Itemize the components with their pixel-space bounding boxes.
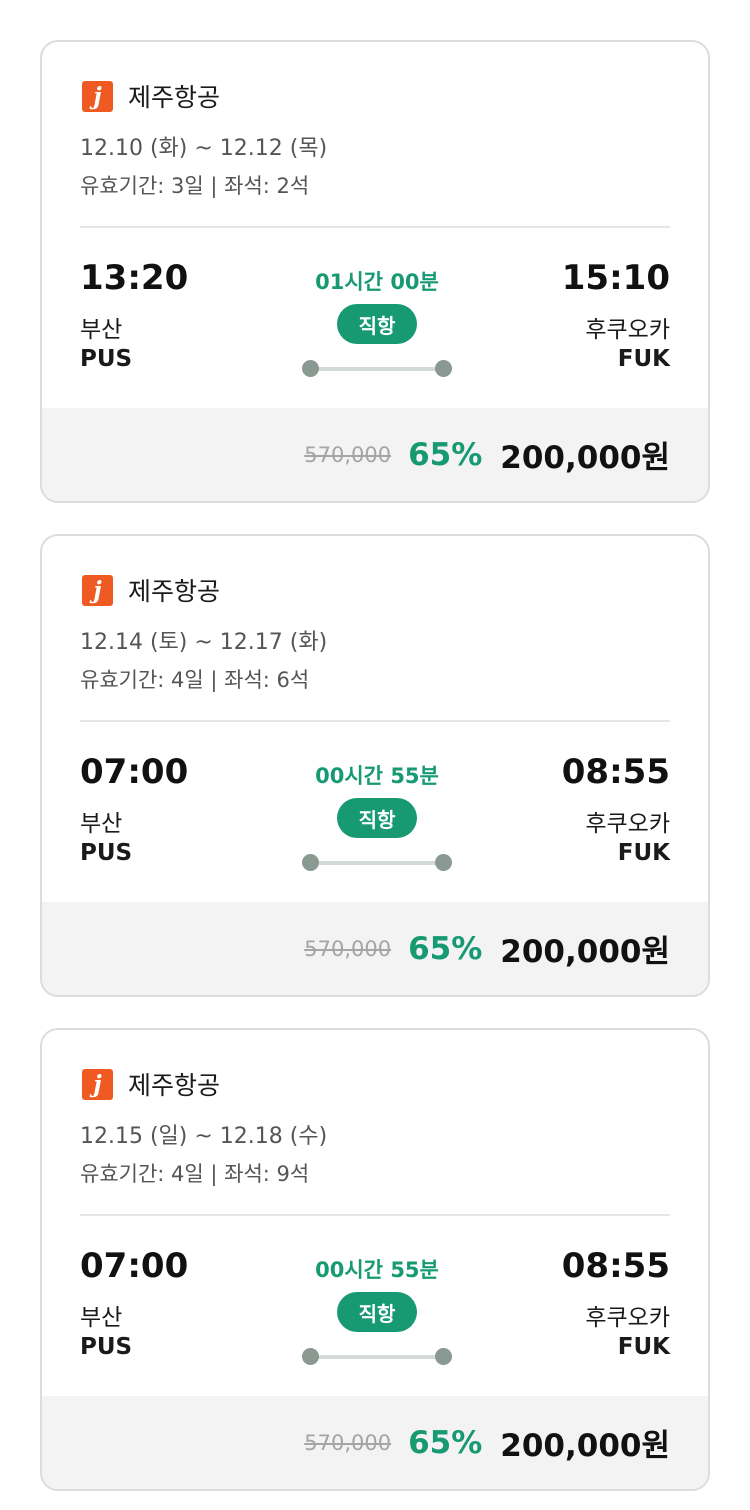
jeju-air-logo-icon: j (82, 1068, 113, 1100)
price-bar: 570,000 65% 200,000원 (42, 1396, 708, 1489)
direct-flight-badge: 직항 (337, 1292, 417, 1332)
travel-dates: 12.15 (일) ~ 12.18 (수) (80, 1124, 328, 1149)
divider (80, 720, 670, 722)
arrival-city: 후쿠오카 (585, 1305, 670, 1331)
validity-seats: 유효기간: 4일 | 좌석: 9석 (80, 1162, 310, 1186)
flight-card[interactable]: j 제주항공 12.10 (화) ~ 12.12 (목) 유효기간: 3일 | … (40, 40, 710, 503)
jeju-air-logo-icon: j (82, 80, 113, 112)
route-line (302, 854, 452, 872)
validity-seats: 유효기간: 3일 | 좌석: 2석 (80, 174, 310, 198)
flight-duration: 01시간 00분 (315, 270, 439, 294)
departure-time: 13:20 (80, 258, 189, 298)
travel-dates: 12.14 (토) ~ 12.17 (화) (80, 630, 328, 655)
departure-airport-code: PUS (80, 346, 133, 372)
departure-time: 07:00 (80, 1246, 189, 1286)
airline-row: j 제주항공 (82, 80, 220, 112)
flight-card[interactable]: j 제주항공 12.15 (일) ~ 12.18 (수) 유효기간: 4일 | … (40, 1028, 710, 1491)
departure-airport-code: PUS (80, 1334, 133, 1360)
airline-name: 제주항공 (128, 1071, 221, 1100)
route-line-track (310, 861, 444, 865)
arrival-airport-code: FUK (617, 346, 670, 372)
flight-duration: 00시간 55분 (315, 764, 439, 788)
airline-row: j 제주항공 (82, 1068, 220, 1100)
direct-flight-badge: 직항 (337, 798, 417, 838)
discount-rate: 65% (408, 1424, 483, 1461)
arrival-time: 08:55 (561, 1246, 670, 1286)
validity-seats: 유효기간: 4일 | 좌석: 6석 (80, 668, 310, 692)
original-price: 570,000 (304, 936, 392, 961)
divider (80, 1214, 670, 1216)
flight-duration: 00시간 55분 (315, 1258, 439, 1282)
origin-dot-icon (302, 854, 319, 871)
arrival-city: 후쿠오카 (585, 811, 670, 837)
final-price: 200,000원 (500, 440, 670, 476)
arrival-time: 15:10 (561, 258, 670, 298)
final-price: 200,000원 (500, 934, 670, 970)
route-line-track (310, 1355, 444, 1359)
airline-name: 제주항공 (128, 577, 221, 606)
original-price: 570,000 (304, 1430, 392, 1455)
origin-dot-icon (302, 1348, 319, 1365)
departure-city: 부산 (80, 811, 123, 837)
departure-city: 부산 (80, 1305, 123, 1331)
arrival-airport-code: FUK (617, 840, 670, 866)
destination-dot-icon (435, 1348, 452, 1365)
direct-flight-badge: 직항 (337, 304, 417, 344)
route-line (302, 1348, 452, 1366)
airline-row: j 제주항공 (82, 574, 220, 606)
arrival-time: 08:55 (561, 752, 670, 792)
airline-name: 제주항공 (128, 83, 221, 112)
divider (80, 226, 670, 228)
route-line (302, 360, 452, 378)
original-price: 570,000 (304, 442, 392, 467)
departure-city: 부산 (80, 317, 123, 343)
discount-rate: 65% (408, 930, 483, 967)
route-line-track (310, 367, 444, 371)
price-bar: 570,000 65% 200,000원 (42, 408, 708, 501)
final-price: 200,000원 (500, 1428, 670, 1464)
arrival-airport-code: FUK (617, 1334, 670, 1360)
flight-list: j 제주항공 12.10 (화) ~ 12.12 (목) 유효기간: 3일 | … (0, 0, 750, 1510)
departure-airport-code: PUS (80, 840, 133, 866)
travel-dates: 12.10 (화) ~ 12.12 (목) (80, 136, 328, 161)
price-bar: 570,000 65% 200,000원 (42, 902, 708, 995)
destination-dot-icon (435, 854, 452, 871)
destination-dot-icon (435, 360, 452, 377)
discount-rate: 65% (408, 436, 483, 473)
jeju-air-logo-icon: j (82, 574, 113, 606)
origin-dot-icon (302, 360, 319, 377)
departure-time: 07:00 (80, 752, 189, 792)
flight-card[interactable]: j 제주항공 12.14 (토) ~ 12.17 (화) 유효기간: 4일 | … (40, 534, 710, 997)
arrival-city: 후쿠오카 (585, 317, 670, 343)
